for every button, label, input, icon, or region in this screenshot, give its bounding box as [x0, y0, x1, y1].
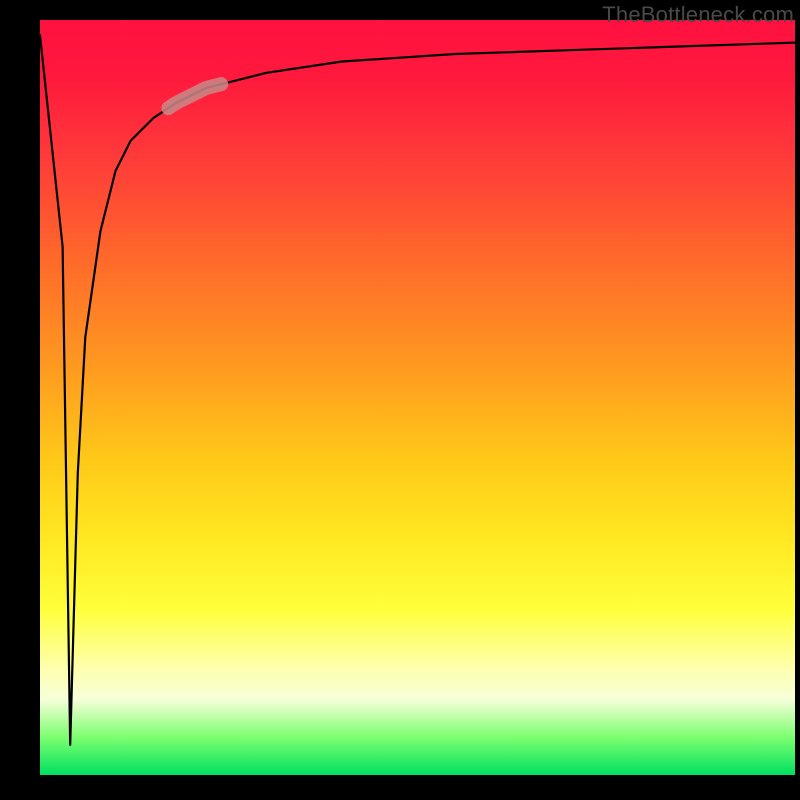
bottleneck-curve-svg — [40, 20, 795, 775]
highlight-segment-path — [168, 84, 221, 108]
chart-frame: TheBottleneck.com — [0, 0, 800, 800]
bottleneck-curve-path — [40, 35, 795, 745]
attribution-label: TheBottleneck.com — [602, 2, 794, 28]
